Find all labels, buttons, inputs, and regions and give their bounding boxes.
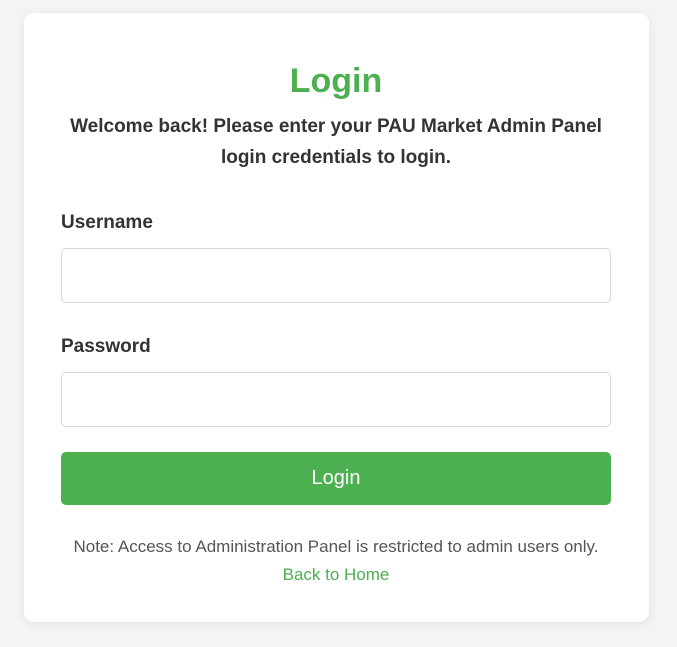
- login-button[interactable]: Login: [61, 452, 611, 505]
- login-card: Login Welcome back! Please enter your PA…: [24, 13, 649, 622]
- welcome-message: Welcome back! Please enter your PAU Mark…: [70, 116, 602, 168]
- username-label: Username: [61, 212, 153, 233]
- password-input[interactable]: [61, 372, 611, 427]
- username-input[interactable]: [61, 248, 611, 303]
- back-to-home-link[interactable]: Back to Home: [61, 561, 611, 589]
- password-label: Password: [61, 336, 151, 357]
- access-note: Note: Access to Administration Panel is …: [73, 537, 599, 556]
- page-title: Login: [289, 62, 383, 100]
